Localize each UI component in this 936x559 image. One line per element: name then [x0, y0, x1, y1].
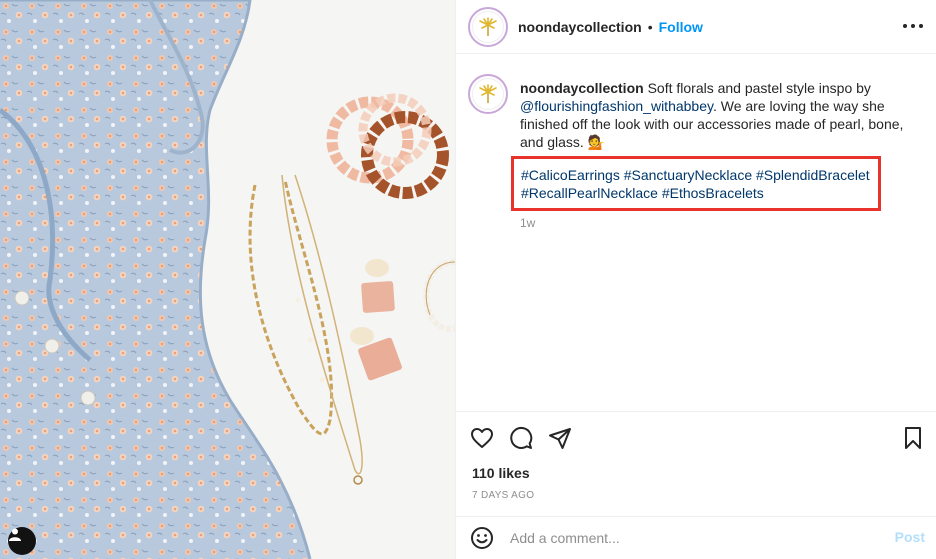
heart-icon[interactable]	[470, 426, 494, 450]
caption-mention[interactable]: @flourishingfashion_withabbey	[520, 98, 713, 114]
post-modal: noondaycollection • Follow noondaycollec…	[0, 0, 936, 559]
caption-avatar[interactable]	[468, 74, 508, 114]
hashtag-link[interactable]: #RecallPearlNecklace	[521, 185, 658, 201]
post-header: noondaycollection • Follow	[456, 0, 936, 54]
more-options-icon[interactable]	[903, 16, 923, 36]
palm-logo-icon	[479, 16, 497, 36]
comment-icon[interactable]	[509, 426, 533, 450]
post-image-illustration	[0, 0, 455, 559]
post-image[interactable]	[0, 0, 455, 559]
action-section: 110 likes 7 DAYS AGO	[456, 411, 936, 515]
author-avatar[interactable]	[468, 6, 508, 47]
caption-username[interactable]: noondaycollection	[520, 80, 644, 96]
user-tag-button[interactable]	[8, 527, 36, 555]
user-tag-icon	[9, 528, 21, 541]
action-icons	[470, 426, 587, 450]
bookmark-icon[interactable]	[901, 426, 925, 450]
author-username[interactable]: noondaycollection	[518, 19, 642, 35]
caption-timestamp[interactable]: 1w	[520, 216, 535, 230]
post-date[interactable]: 7 DAYS AGO	[472, 490, 534, 501]
hashtags-highlight: #CalicoEarrings #SanctuaryNecklace #Sple…	[511, 156, 881, 211]
palm-logo-icon	[479, 84, 497, 103]
share-icon[interactable]	[548, 426, 572, 450]
likes-count[interactable]: 110 likes	[472, 465, 530, 481]
hashtag-link[interactable]: #CalicoEarrings	[521, 167, 620, 183]
comment-bar: Post	[456, 516, 936, 559]
post-comment-button[interactable]: Post	[895, 529, 925, 545]
post-details-panel: noondaycollection • Follow noondaycollec…	[455, 0, 936, 559]
comment-input[interactable]	[510, 530, 870, 546]
caption-text: noondaycollection Soft florals and paste…	[520, 79, 920, 151]
hashtag-link[interactable]: #SanctuaryNecklace	[624, 167, 752, 183]
separator-dot: •	[647, 18, 653, 35]
hashtag-link[interactable]: #SplendidBracelet	[756, 167, 870, 183]
caption-text-before: Soft florals and pastel style inspo by	[643, 80, 871, 96]
follow-button[interactable]: Follow	[659, 19, 703, 35]
emoji-icon[interactable]	[470, 526, 494, 550]
hashtag-link[interactable]: #EthosBracelets	[662, 185, 764, 201]
